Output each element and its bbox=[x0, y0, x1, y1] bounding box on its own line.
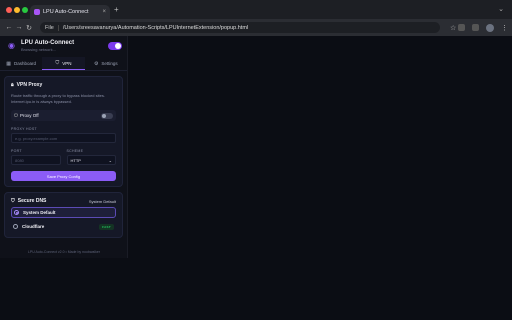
proxy-host-label: PROXY HOST bbox=[11, 127, 37, 131]
maximize-window-button[interactable] bbox=[22, 7, 28, 13]
tab-search-icon[interactable]: ⌄ bbox=[498, 5, 504, 13]
dns-current-value: System Default bbox=[88, 198, 116, 204]
dns-option-cloudflare[interactable]: Cloudflare FAST bbox=[11, 221, 116, 232]
power-icon: ⏻ bbox=[14, 112, 18, 119]
grid-icon: ▦ bbox=[6, 60, 12, 67]
lock-icon: 🔒︎ bbox=[11, 82, 14, 88]
tab-close-icon[interactable]: × bbox=[102, 9, 106, 15]
proxy-switch-row: ⏻ Proxy Off bbox=[11, 110, 116, 121]
new-tab-button[interactable]: + bbox=[114, 5, 119, 15]
tab-label: Settings bbox=[101, 61, 118, 66]
url-text: /Users/sreesavanurya/Automation-Scripts/… bbox=[62, 24, 249, 31]
minimize-window-button[interactable] bbox=[14, 7, 20, 13]
file-scheme-chip[interactable]: File bbox=[45, 24, 59, 31]
close-window-button[interactable] bbox=[6, 7, 12, 13]
forward-button[interactable]: → bbox=[14, 24, 24, 31]
wifi-logo-icon: ◉ bbox=[8, 41, 15, 50]
browser-tabbar: LPU Auto-Connect × + ⌄ bbox=[0, 0, 512, 19]
tab-vpn[interactable]: ⛉ VPN bbox=[42, 57, 85, 70]
footer-text: LPU Auto-Connect v2.0 • Made by noobwalk… bbox=[27, 250, 101, 254]
dns-option-label: Cloudflare bbox=[22, 224, 45, 229]
scheme-value: HTTP bbox=[70, 157, 81, 163]
dns-option-system-default[interactable]: System Default bbox=[11, 207, 116, 218]
favicon-icon bbox=[34, 9, 40, 15]
secure-dns-heading: ⛉ Secure DNS bbox=[11, 198, 46, 204]
sidebar-icon[interactable] bbox=[472, 24, 479, 31]
address-bar[interactable]: File /Users/sreesavanurya/Automation-Scr… bbox=[40, 22, 440, 33]
secure-dns-card: ⛉ Secure DNS System Default System Defau… bbox=[4, 192, 123, 238]
proxy-toggle[interactable] bbox=[101, 112, 113, 119]
app-title: LPU Auto-Connect bbox=[21, 40, 75, 46]
toggle-knob bbox=[102, 113, 106, 118]
bookmark-star-icon[interactable]: ☆ bbox=[450, 24, 456, 32]
extension-popup: ◉ LPU Auto-Connect Browsing network... ▦… bbox=[0, 36, 128, 258]
chevron-down-icon: ⌄ bbox=[108, 157, 112, 163]
popup-tabs: ▦ Dashboard ⛉ VPN ⚙ Settings bbox=[0, 57, 127, 71]
vpn-proxy-card: 🔒︎ VPN Proxy Route traffic through a pro… bbox=[4, 76, 123, 187]
toggle-knob bbox=[115, 43, 121, 49]
scheme-select[interactable]: HTTP ⌄ bbox=[66, 155, 116, 165]
popup-header: ◉ LPU Auto-Connect Browsing network... bbox=[0, 36, 127, 56]
vpn-proxy-heading: 🔒︎ VPN Proxy bbox=[11, 82, 116, 88]
port-label: PORT bbox=[11, 149, 22, 153]
menu-kebab-icon[interactable]: ⋮ bbox=[501, 24, 508, 32]
extensions-icon[interactable] bbox=[458, 24, 465, 31]
vpn-description: Route traffic through a proxy to bypass … bbox=[11, 93, 105, 104]
scheme-label: SCHEME bbox=[66, 149, 84, 153]
port-input[interactable]: 8080 bbox=[11, 155, 61, 165]
secure-dns-title: Secure DNS bbox=[17, 198, 47, 204]
proxy-status-label: Proxy Off bbox=[19, 113, 39, 118]
radio-selected-icon bbox=[14, 210, 19, 215]
shield-icon: ⛉ bbox=[55, 60, 60, 66]
back-button[interactable]: ← bbox=[4, 24, 14, 31]
fast-badge: FAST bbox=[99, 223, 114, 230]
radio-icon bbox=[13, 224, 18, 229]
proxy-host-input[interactable]: e.g. proxy.example.com bbox=[11, 133, 116, 143]
vpn-proxy-title: VPN Proxy bbox=[16, 82, 43, 88]
tab-settings[interactable]: ⚙ Settings bbox=[85, 57, 127, 70]
tab-dashboard[interactable]: ▦ Dashboard bbox=[0, 57, 42, 70]
profile-avatar[interactable] bbox=[486, 23, 494, 32]
save-proxy-button[interactable]: Save Proxy Config bbox=[11, 171, 116, 181]
shield-icon: ⛉ bbox=[11, 198, 15, 204]
tab-title: LPU Auto-Connect bbox=[43, 9, 89, 15]
reload-button[interactable]: ↻ bbox=[24, 24, 34, 32]
browser-tab[interactable]: LPU Auto-Connect × bbox=[30, 5, 110, 19]
gear-icon: ⚙ bbox=[93, 60, 99, 67]
app-status: Browsing network... bbox=[21, 47, 56, 52]
tab-label: Dashboard bbox=[14, 61, 37, 66]
dns-option-label: System Default bbox=[23, 210, 56, 215]
master-toggle[interactable] bbox=[108, 42, 122, 50]
tab-label: VPN bbox=[62, 60, 72, 66]
browser-toolbar: ← → ↻ File /Users/sreesavanurya/Automati… bbox=[0, 19, 512, 36]
